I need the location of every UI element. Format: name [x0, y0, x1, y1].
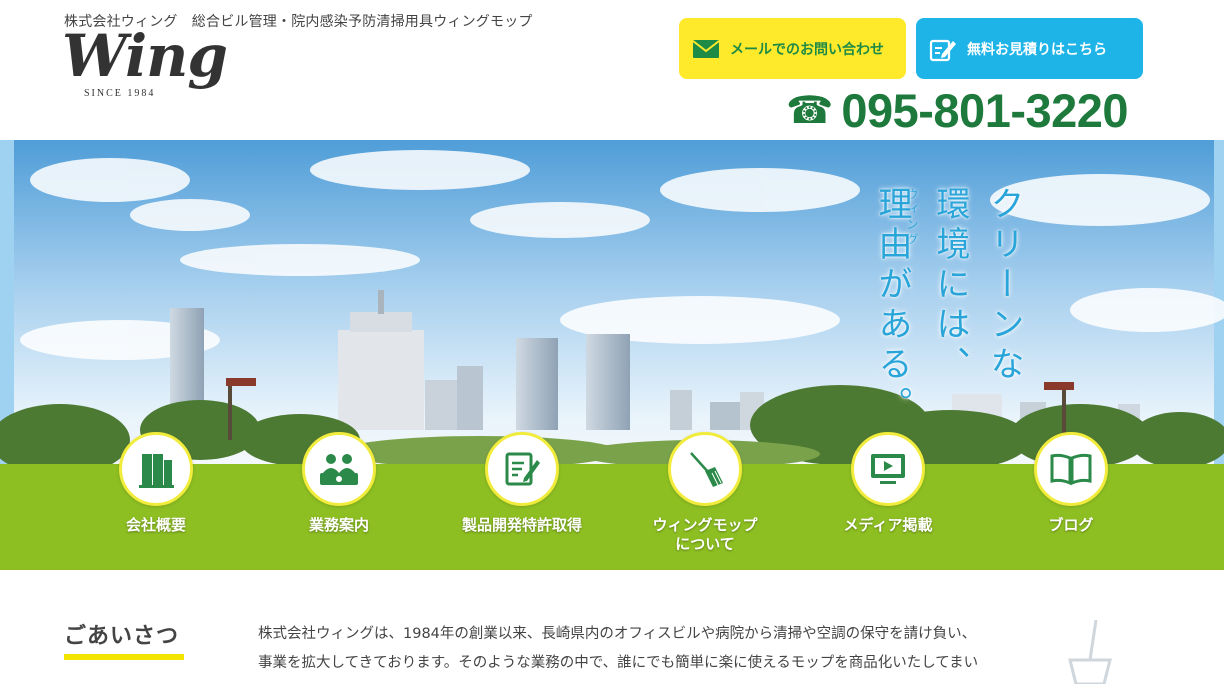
hero-copy-line1: クリーンな	[984, 186, 1024, 386]
city-skyline-illustration	[0, 140, 1224, 464]
nav-services[interactable]: 業務案内	[249, 432, 429, 535]
greeting-heading: ごあいさつ	[64, 624, 180, 649]
free-estimate-button[interactable]: 無料お見積りはこちら	[916, 18, 1143, 79]
nav-product-patent[interactable]: 製品開発特許取得	[432, 432, 612, 535]
tv-icon	[851, 432, 925, 506]
hero-banner: クリーンな 環境には、 ウィング 理由がある。	[0, 140, 1224, 464]
mail-contact-label: メールでのお問い合わせ	[730, 41, 884, 58]
nav-blog[interactable]: ブログ	[981, 432, 1161, 535]
greeting-underline	[64, 654, 184, 660]
hero-copy-line3: 理由がある。	[872, 186, 912, 426]
phone-number: 095-801-3220	[841, 83, 1129, 137]
nav-media-label: メディア掲載	[843, 516, 933, 534]
greeting-body-text: 株式会社ウィングは、1984年の創業以来、長崎県内のオフィスビルや病院から清掃や…	[258, 626, 979, 671]
nav-product-patent-label: 製品開発特許取得	[461, 516, 582, 534]
hero-copy-line2: 環境には、	[930, 186, 970, 386]
nav-media[interactable]: メディア掲載	[798, 432, 978, 535]
document-pen-icon	[485, 432, 559, 506]
site-header: 株式会社ウィング 総合ビル管理・院内感染予防清掃用具ウィングモップ Wing S…	[0, 0, 1224, 140]
people-meeting-icon	[302, 432, 376, 506]
telephone-icon: ☎	[786, 88, 834, 132]
mop-product-image	[1060, 619, 1120, 684]
phone-contact[interactable]: ☎ 095-801-3220	[786, 83, 1129, 137]
nav-wing-mop[interactable]: ウィングモップ について	[615, 432, 795, 554]
mail-icon	[691, 34, 721, 64]
free-estimate-label: 無料お見積りはこちら	[967, 41, 1107, 58]
nav-company-profile[interactable]: 会社概要	[66, 432, 246, 535]
logo-wordmark: Wing	[62, 22, 228, 90]
book-icon	[1034, 432, 1108, 506]
building-icon	[119, 432, 193, 506]
edit-icon	[928, 34, 958, 64]
mail-contact-button[interactable]: メールでのお問い合わせ	[679, 18, 906, 79]
broom-icon	[668, 432, 742, 506]
nav-blog-label: ブログ	[1048, 516, 1094, 534]
wing-logo[interactable]: Wing SINCE 1984	[62, 22, 228, 104]
nav-wing-mop-label: ウィングモップ について	[652, 516, 758, 553]
nav-services-label: 業務案内	[308, 516, 369, 534]
logo-since: SINCE 1984	[84, 88, 156, 99]
nav-company-profile-label: 会社概要	[125, 516, 186, 534]
